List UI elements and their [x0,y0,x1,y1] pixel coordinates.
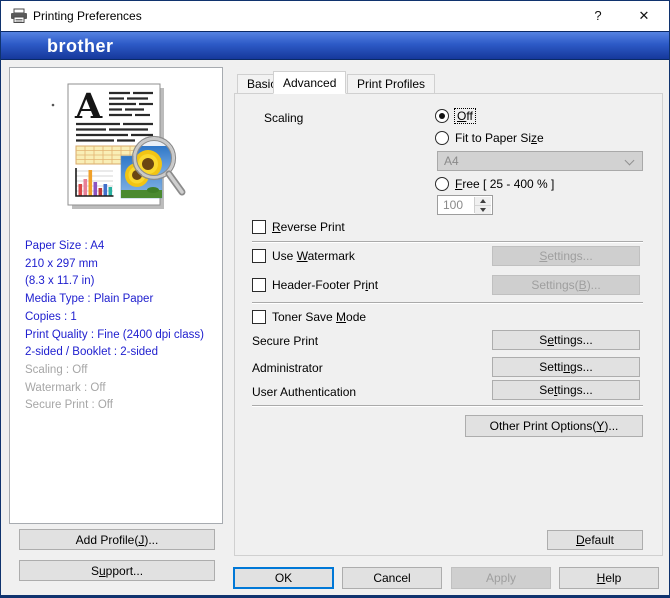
scaling-free-option[interactable]: Free [ 25 - 400 % ] [435,177,554,191]
spin-down-icon[interactable] [475,206,491,214]
summary-line: (8.3 x 11.7 in) [25,273,204,291]
summary-line: Media Type : Plain Paper [25,291,204,309]
radio-icon[interactable] [435,177,449,191]
tab-print-profiles[interactable]: Print Profiles [347,74,435,94]
summary-line: Secure Print : Off [25,397,204,415]
support-button[interactable]: Support... [19,560,215,581]
preview-panel: A [9,67,223,524]
summary-line: Watermark : Off [25,380,204,398]
chevron-down-icon [625,156,635,166]
free-scale-value: 100 [443,198,463,212]
printing-preferences-dialog: Printing Preferences ? ✕ brother A [0,0,670,598]
brother-logo: brother [47,36,114,57]
ok-button[interactable]: OK [233,567,334,589]
dot-mark [52,104,55,107]
free-scale-stepper[interactable]: 100 [437,195,493,215]
checkbox-icon[interactable] [252,278,266,292]
reverse-print-checkbox[interactable]: Reverse Print [252,220,345,234]
scaling-fit-label[interactable]: Fit to Paper Size [455,131,544,145]
spinner-buttons[interactable] [474,197,491,213]
close-button[interactable]: ✕ [628,1,660,30]
cancel-button[interactable]: Cancel [342,567,442,589]
spin-up-icon[interactable] [475,197,491,206]
title-bar: Printing Preferences ? ✕ [1,1,669,31]
scaling-label: Scaling [264,111,303,125]
toner-save-checkbox[interactable]: Toner Save Mode [252,310,366,324]
scaling-off-option[interactable]: Off [435,109,475,123]
scaling-fit-option[interactable]: Fit to Paper Size [435,131,544,145]
checkbox-icon[interactable] [252,220,266,234]
radio-icon[interactable] [435,131,449,145]
header-footer-settings-button: Settings(B)... [492,275,640,295]
settings-summary: Paper Size : A4 210 x 297 mm (8.3 x 11.7… [25,238,204,415]
divider [252,405,643,406]
summary-line: 2-sided / Booklet : 2-sided [25,344,204,362]
header-footer-label[interactable]: Header-Footer Print [272,278,378,292]
help-button[interactable]: ? [582,1,614,30]
reverse-print-label[interactable]: Reverse Print [272,220,345,234]
user-authentication-label: User Authentication [252,385,356,399]
scaling-free-label[interactable]: Free [ 25 - 400 % ] [455,177,554,191]
header-footer-checkbox[interactable]: Header-Footer Print [252,278,378,292]
add-profile-button[interactable]: Add Profile(J)... [19,529,215,550]
paper-size-select[interactable]: A4 [437,151,643,171]
scaling-off-label[interactable]: Off [455,109,475,123]
summary-line: Scaling : Off [25,362,204,380]
divider [252,302,643,303]
help-button-footer[interactable]: Help [559,567,659,589]
printer-icon [10,8,28,24]
divider [252,241,643,242]
default-button[interactable]: Default [547,530,643,550]
watermark-settings-button: Settings... [492,246,640,266]
other-print-options-button[interactable]: Other Print Options(Y)... [465,415,643,437]
use-watermark-checkbox[interactable]: Use Watermark [252,249,355,263]
toner-save-label[interactable]: Toner Save Mode [272,310,366,324]
window-title: Printing Preferences [33,9,142,23]
checkbox-icon[interactable] [252,310,266,324]
administrator-settings-button[interactable]: Settings... [492,357,640,377]
secure-print-settings-button[interactable]: Settings... [492,330,640,350]
preview-letter: A [74,86,103,127]
tab-advanced[interactable]: Advanced [273,71,346,94]
user-authentication-settings-button[interactable]: Settings... [492,380,640,400]
summary-line: Paper Size : A4 [25,238,204,256]
checkbox-icon[interactable] [252,249,266,263]
use-watermark-label[interactable]: Use Watermark [272,249,355,263]
paper-size-value: A4 [444,154,459,168]
window-border [1,595,669,597]
summary-line: Print Quality : Fine (2400 dpi class) [25,327,204,345]
summary-line: Copies : 1 [25,309,204,327]
summary-line: 210 x 297 mm [25,256,204,274]
document-preview: A [10,68,222,218]
advanced-tab-page: Scaling Off Fit to Paper Size A4 Free [ … [234,93,663,556]
apply-button: Apply [451,567,551,589]
radio-selected-icon[interactable] [435,109,449,123]
administrator-label: Administrator [252,361,323,375]
brand-bar: brother [1,31,669,60]
secure-print-label: Secure Print [252,334,318,348]
